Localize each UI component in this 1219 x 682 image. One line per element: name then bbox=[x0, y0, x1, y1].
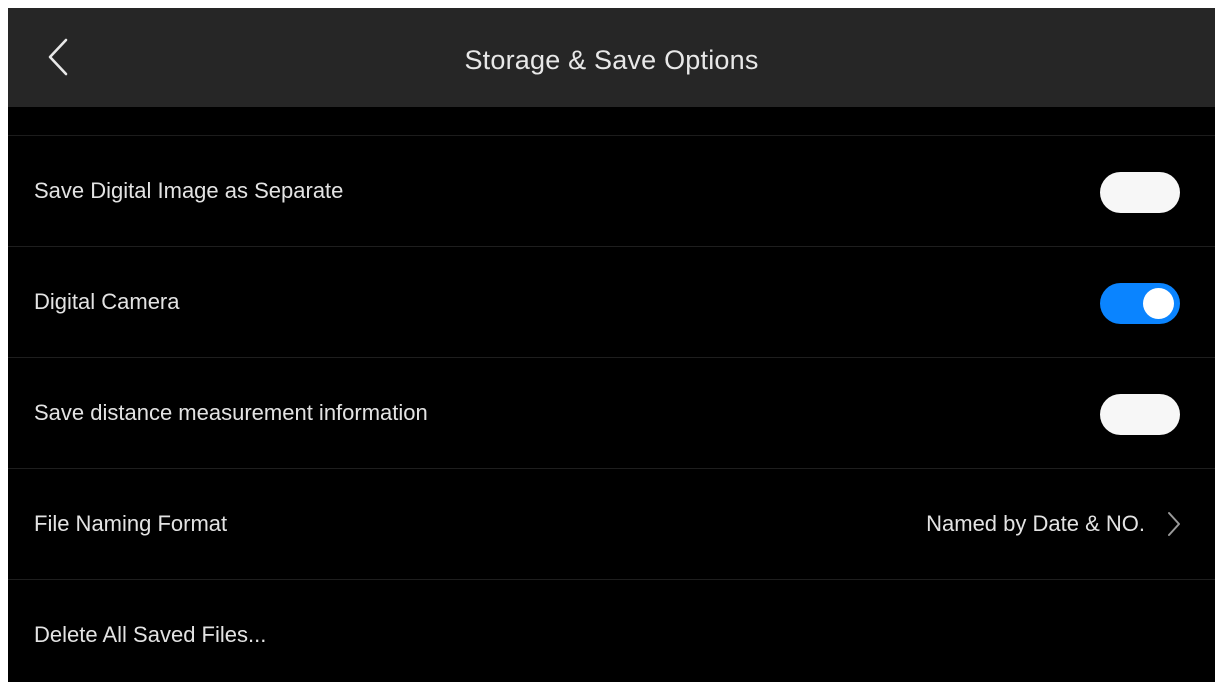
chevron-left-icon bbox=[48, 38, 68, 76]
toggle-knob bbox=[1143, 288, 1174, 319]
chevron-right-icon bbox=[1168, 512, 1180, 536]
row-digital-camera[interactable]: Digital Camera bbox=[8, 247, 1215, 358]
delete-all-files-button[interactable]: Delete All Saved Files... bbox=[34, 580, 266, 682]
back-button[interactable] bbox=[38, 32, 78, 82]
row-file-naming-format[interactable]: File Naming Format Named by Date & NO. bbox=[8, 469, 1215, 580]
toggle-knob bbox=[1105, 399, 1136, 430]
row-delete-all-files[interactable]: Delete All Saved Files... bbox=[8, 580, 1215, 682]
file-naming-value: Named by Date & NO. bbox=[926, 511, 1145, 536]
toggle-digital-camera[interactable] bbox=[1100, 283, 1180, 324]
row-label-file-naming-format: File Naming Format bbox=[34, 511, 228, 536]
row-save-distance[interactable]: Save distance measurement information bbox=[8, 358, 1215, 469]
page-title: Storage & Save Options bbox=[464, 45, 759, 75]
row-save-digital-image[interactable]: Save Digital Image as Separate bbox=[8, 136, 1215, 247]
row-label-save-digital-image: Save Digital Image as Separate bbox=[34, 178, 344, 203]
row-label-save-distance: Save distance measurement information bbox=[34, 400, 428, 425]
header-bar: Storage & Save Options bbox=[8, 8, 1215, 107]
row-label-digital-camera: Digital Camera bbox=[34, 289, 180, 314]
settings-screen: Storage & Save Options Save Digital Imag… bbox=[8, 8, 1215, 682]
toggle-save-distance[interactable] bbox=[1100, 394, 1180, 435]
toggle-save-digital-image[interactable] bbox=[1100, 172, 1180, 213]
toggle-knob bbox=[1105, 177, 1136, 208]
